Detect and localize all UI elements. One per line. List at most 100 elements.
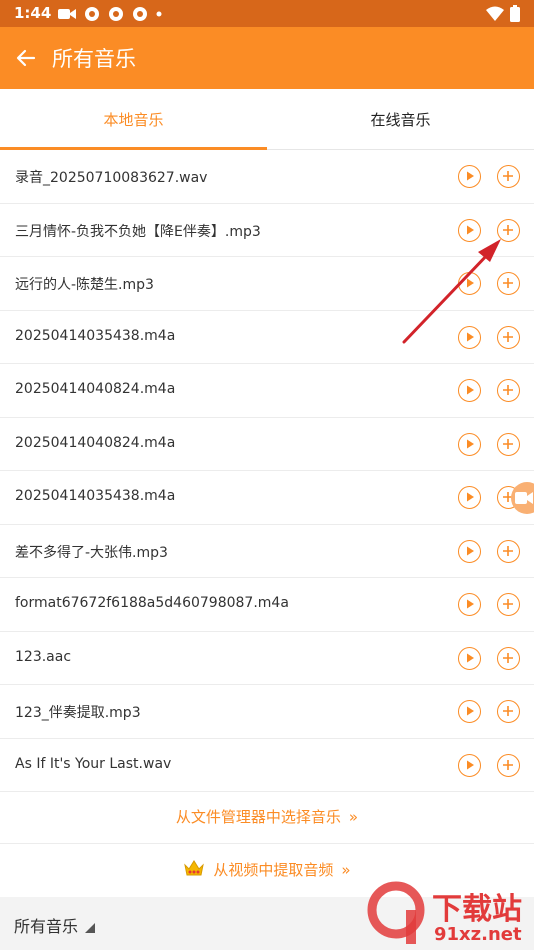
add-button[interactable]: [497, 165, 520, 188]
watermark-title: 下载站: [432, 892, 522, 927]
play-icon: [467, 546, 474, 555]
list-item[interactable]: 123.aac: [0, 632, 534, 685]
music-file-list: 录音_20250710083627.wav 三月情怀-负我不负她【降E伴奏】.mp…: [0, 150, 534, 792]
status-bar: 1:44: [0, 0, 534, 27]
add-button[interactable]: [497, 753, 520, 777]
add-button[interactable]: [497, 272, 520, 295]
play-icon: [467, 332, 474, 341]
dropdown-triangle-icon: [85, 923, 95, 933]
list-item[interactable]: 123_伴奏提取.mp3: [0, 685, 534, 739]
back-arrow-icon[interactable]: [12, 44, 40, 72]
plus-icon: [503, 224, 513, 235]
dot-icon: [156, 11, 162, 17]
file-name: 123.aac: [15, 648, 72, 665]
extract-audio-from-video-link[interactable]: 从视频中提取音频 »: [0, 858, 534, 880]
video-camera-icon: [58, 9, 76, 19]
add-button[interactable]: [497, 325, 520, 349]
file-name: As If It's Your Last.wav: [15, 755, 172, 772]
add-button[interactable]: [497, 700, 520, 723]
play-button[interactable]: [458, 593, 481, 616]
battery-icon: [510, 5, 520, 22]
play-icon: [467, 599, 474, 609]
file-name: 20250414035438.m4a: [15, 488, 176, 504]
file-name: 差不多得了-大张伟.mp3: [15, 544, 168, 561]
app-notification-icon: [133, 7, 147, 21]
extract-audio-label: 从视频中提取音频: [213, 861, 334, 879]
file-name: 三月情怀-负我不负她【降E伴奏】.mp3: [15, 223, 261, 240]
list-item[interactable]: 差不多得了-大张伟.mp3: [0, 525, 534, 578]
file-name: 20250414040824.m4a: [15, 381, 176, 397]
tab-online-music[interactable]: 在线音乐: [267, 89, 534, 150]
play-button[interactable]: [458, 165, 481, 188]
play-button[interactable]: [458, 700, 481, 723]
list-item[interactable]: 远行的人-陈楚生.mp3: [0, 257, 534, 311]
add-button[interactable]: [497, 646, 520, 670]
add-button[interactable]: [497, 539, 520, 563]
filter-dropdown-label: 所有音乐: [14, 917, 79, 936]
play-button[interactable]: [458, 325, 481, 349]
add-button[interactable]: [497, 432, 520, 456]
watermark-logo: 下载站 91xz.net: [360, 880, 534, 950]
file-name: format67672f6188a5d460798087.m4a: [15, 595, 289, 611]
watermark-site: 91xz.net: [434, 924, 522, 945]
page-title: 所有音乐: [52, 47, 136, 71]
list-item[interactable]: 20250414040824.m4a: [0, 364, 534, 418]
app-notification-icon: [109, 7, 123, 21]
play-icon: [467, 706, 474, 716]
video-camera-icon: [515, 492, 533, 504]
play-icon: [467, 492, 474, 502]
plus-icon: [503, 385, 513, 395]
app-bar: 所有音乐: [0, 27, 534, 89]
play-icon: [467, 278, 474, 288]
play-icon: [467, 225, 474, 234]
tab-bar: 本地音乐 在线音乐: [0, 89, 534, 150]
plus-icon: [503, 599, 513, 609]
list-item[interactable]: 三月情怀-负我不负她【降E伴奏】.mp3: [0, 204, 534, 257]
crown-icon: [184, 860, 205, 876]
file-name: 123_伴奏提取.mp3: [15, 705, 141, 721]
tab-local-music[interactable]: 本地音乐: [0, 89, 267, 150]
add-button[interactable]: [497, 379, 520, 402]
status-notification-icons: [58, 6, 162, 22]
choose-from-file-manager-link[interactable]: 从文件管理器中选择音乐 »: [0, 806, 534, 844]
list-item[interactable]: 20250414035438.m4a: [0, 311, 534, 364]
chevron-right-icon: »: [348, 808, 359, 826]
chevron-right-icon: »: [341, 861, 351, 879]
play-button[interactable]: [458, 753, 481, 777]
plus-icon: [503, 438, 513, 449]
plus-icon: [503, 545, 513, 556]
plus-icon: [503, 652, 513, 663]
list-item[interactable]: 20250414035438.m4a: [0, 471, 534, 525]
play-icon: [467, 385, 474, 395]
play-button[interactable]: [458, 432, 481, 456]
plus-icon: [503, 331, 513, 342]
file-name: 录音_20250710083627.wav: [15, 170, 208, 186]
play-button[interactable]: [458, 272, 481, 295]
file-name: 20250414035438.m4a: [15, 327, 176, 344]
play-button[interactable]: [458, 486, 481, 509]
play-button[interactable]: [458, 539, 481, 563]
plus-icon: [503, 706, 513, 716]
play-icon: [467, 653, 474, 662]
status-time: 1:44: [14, 4, 52, 22]
play-icon: [467, 171, 474, 181]
play-icon: [467, 439, 474, 448]
wifi-icon: [486, 6, 504, 21]
list-item[interactable]: 20250414040824.m4a: [0, 418, 534, 471]
list-item[interactable]: 录音_20250710083627.wav: [0, 150, 534, 204]
plus-icon: [503, 171, 513, 181]
play-button[interactable]: [458, 379, 481, 402]
play-icon: [467, 760, 474, 769]
plus-icon: [503, 278, 513, 288]
list-item[interactable]: format67672f6188a5d460798087.m4a: [0, 578, 534, 632]
play-button[interactable]: [458, 646, 481, 670]
add-button[interactable]: [497, 593, 520, 616]
choose-from-file-manager-label: 从文件管理器中选择音乐: [175, 808, 341, 826]
list-item[interactable]: As If It's Your Last.wav: [0, 739, 534, 792]
add-button[interactable]: [497, 218, 520, 242]
app-notification-icon: [85, 7, 99, 21]
play-button[interactable]: [458, 218, 481, 242]
file-name: 20250414040824.m4a: [15, 434, 176, 451]
file-name: 远行的人-陈楚生.mp3: [15, 277, 154, 293]
plus-icon: [503, 759, 513, 770]
